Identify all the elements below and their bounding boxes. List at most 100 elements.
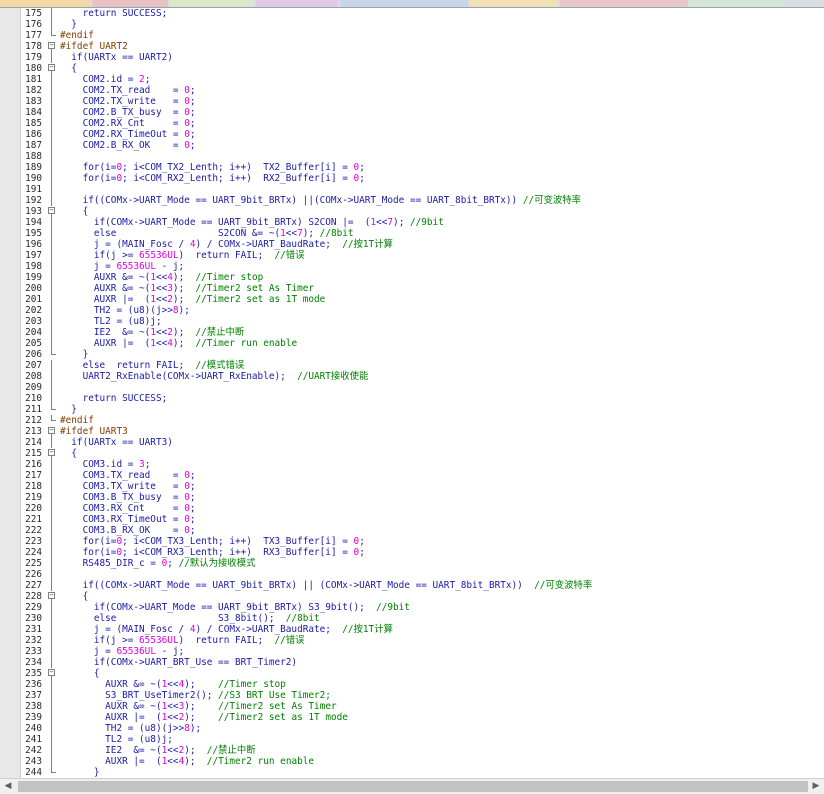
code-line[interactable]: 226 bbox=[0, 569, 824, 580]
code-line[interactable]: 233 j = 65536UL - j; bbox=[0, 646, 824, 657]
code-line[interactable]: 227 if((COMx->UART_Mode == UART_9bit_BRT… bbox=[0, 580, 824, 591]
code-line[interactable]: 212 #endif bbox=[0, 415, 824, 426]
code-line[interactable]: 177 #endif bbox=[0, 30, 824, 41]
code-line[interactable]: 224 for(i=0; i<COM_RX3_Lenth; i++) RX3_B… bbox=[0, 547, 824, 558]
code-line[interactable]: 225 RS485_DIR_c = 0; //默认为接收模式 bbox=[0, 558, 824, 569]
code-line[interactable]: 234 if(COMx->UART_BRT_Use == BRT_Timer2) bbox=[0, 657, 824, 668]
code-line[interactable]: 223 for(i=0; i<COM_TX3_Lenth; i++) TX3_B… bbox=[0, 536, 824, 547]
scroll-right-button[interactable]: ▶ bbox=[808, 779, 824, 794]
code-line[interactable]: 202 TH2 = (u8)(j>>8); bbox=[0, 305, 824, 316]
code-editor[interactable]: 175 return SUCCESS; 176 } 177 #endif 178− #if… bbox=[0, 8, 824, 778]
code-line[interactable]: 230 else S3_8bit(); //8bit bbox=[0, 613, 824, 624]
code-line[interactable]: 193− { bbox=[0, 206, 824, 217]
code-line[interactable]: 240 TH2 = (u8)(j>>8); bbox=[0, 723, 824, 734]
code-line[interactable]: 214 if(UARTx == UART3) bbox=[0, 437, 824, 448]
code-line[interactable]: 201 AUXR |= (1<<2); //Timer2 set as 1T m… bbox=[0, 294, 824, 305]
code-line[interactable]: 191 bbox=[0, 184, 824, 195]
fold-marker[interactable]: − bbox=[48, 591, 56, 602]
fold-marker[interactable]: − bbox=[48, 63, 56, 74]
fold-marker[interactable]: − bbox=[48, 206, 56, 217]
code-line[interactable]: 211 } bbox=[0, 404, 824, 415]
code-line[interactable]: 242 IE2 &= ~(1<<2); //禁止中断 bbox=[0, 745, 824, 756]
scroll-left-button[interactable]: ◀ bbox=[0, 779, 16, 794]
code-line[interactable]: 192 if((COMx->UART_Mode == UART_9bit_BRT… bbox=[0, 195, 824, 206]
file-tab[interactable] bbox=[690, 0, 786, 7]
file-tab[interactable] bbox=[256, 0, 338, 7]
code-line[interactable]: 244 } bbox=[0, 767, 824, 778]
file-tab[interactable] bbox=[340, 0, 468, 7]
file-tab[interactable] bbox=[470, 0, 558, 7]
code-line[interactable]: 215− { bbox=[0, 448, 824, 459]
line-number: 226 bbox=[25, 569, 42, 580]
fold-marker[interactable]: − bbox=[48, 41, 56, 52]
file-tab[interactable] bbox=[0, 0, 90, 7]
collapse-icon[interactable]: − bbox=[48, 207, 55, 214]
code-line[interactable]: 185 COM2.RX_Cnt = 0; bbox=[0, 118, 824, 129]
code-line[interactable]: 197 if(j >= 65536UL) return FAIL; //错误 bbox=[0, 250, 824, 261]
collapse-icon[interactable]: − bbox=[48, 42, 55, 49]
collapse-icon[interactable]: − bbox=[48, 427, 55, 434]
code-line[interactable]: 196 j = (MAIN_Fosc / 4) / COMx->UART_Bau… bbox=[0, 239, 824, 250]
code-line[interactable]: 236 AUXR &= ~(1<<4); //Timer stop bbox=[0, 679, 824, 690]
horizontal-scrollbar[interactable]: ◀ ▶ bbox=[0, 778, 824, 794]
code-line[interactable]: 195 else S2CON &= ~(1<<7); //8bit bbox=[0, 228, 824, 239]
code-line[interactable]: 190 for(i=0; i<COM_RX2_Lenth; i++) RX2_B… bbox=[0, 173, 824, 184]
fold-marker[interactable]: − bbox=[48, 668, 56, 679]
code-line[interactable]: 206 } bbox=[0, 349, 824, 360]
code-line[interactable]: 187 COM2.B_RX_OK = 0; bbox=[0, 140, 824, 151]
code-line[interactable]: 209 bbox=[0, 382, 824, 393]
collapse-icon[interactable]: − bbox=[48, 449, 55, 456]
code-line[interactable]: 217 COM3.TX_read = 0; bbox=[0, 470, 824, 481]
code-line[interactable]: 208 UART2_RxEnable(COMx->UART_RxEnable);… bbox=[0, 371, 824, 382]
file-tab[interactable] bbox=[560, 0, 688, 7]
code-line[interactable]: 194 if(COMx->UART_Mode == UART_9bit_BRTx… bbox=[0, 217, 824, 228]
code-line[interactable]: 213− #ifdef UART3 bbox=[0, 426, 824, 437]
code-line[interactable]: 204 IE2 &= ~(1<<2); //禁止中断 bbox=[0, 327, 824, 338]
code-line[interactable]: 220 COM3.RX_Cnt = 0; bbox=[0, 503, 824, 514]
code-line[interactable]: 241 TL2 = (u8)j; bbox=[0, 734, 824, 745]
code-line[interactable]: 180− { bbox=[0, 63, 824, 74]
code-line[interactable]: 231 j = (MAIN_Fosc / 4) / COMx->UART_Bau… bbox=[0, 624, 824, 635]
code-line[interactable]: 182 COM2.TX_read = 0; bbox=[0, 85, 824, 96]
code-line[interactable]: 221 COM3.RX_TimeOut = 0; bbox=[0, 514, 824, 525]
scrollbar-thumb[interactable] bbox=[18, 781, 808, 792]
code-line[interactable]: 222 COM3.B_RX_OK = 0; bbox=[0, 525, 824, 536]
code-line[interactable]: 218 COM3.TX_write = 0; bbox=[0, 481, 824, 492]
code-line[interactable]: 238 AUXR &= ~(1<<3); //Timer2 set As Tim… bbox=[0, 701, 824, 712]
code-line[interactable]: 229 if(COMx->UART_Mode == UART_9bit_BRTx… bbox=[0, 602, 824, 613]
code-line[interactable]: 188 bbox=[0, 151, 824, 162]
collapse-icon[interactable]: − bbox=[48, 64, 55, 71]
code-line[interactable]: 239 AUXR |= (1<<2); //Timer2 set as 1T m… bbox=[0, 712, 824, 723]
code-line[interactable]: 198 j = 65536UL - j; bbox=[0, 261, 824, 272]
code-line[interactable]: 200 AUXR &= ~(1<<3); //Timer2 set As Tim… bbox=[0, 283, 824, 294]
code-line[interactable]: 203 TL2 = (u8)j; bbox=[0, 316, 824, 327]
code-line[interactable]: 199 AUXR &= ~(1<<4); //Timer stop bbox=[0, 272, 824, 283]
code-line[interactable]: 207 else return FAIL; //模式错误 bbox=[0, 360, 824, 371]
collapse-icon[interactable]: − bbox=[48, 669, 55, 676]
fold-marker[interactable]: − bbox=[48, 426, 56, 437]
code-line[interactable]: 237 S3_BRT_UseTimer2(); //S3 BRT Use Tim… bbox=[0, 690, 824, 701]
code-line[interactable]: 232 if(j >= 65536UL) return FAIL; //错误 bbox=[0, 635, 824, 646]
code-line[interactable]: 235− { bbox=[0, 668, 824, 679]
code-line[interactable]: 243 AUXR |= (1<<4); //Timer2 run enable bbox=[0, 756, 824, 767]
code-line[interactable]: 186 COM2.RX_TimeOut = 0; bbox=[0, 129, 824, 140]
code-line[interactable]: 210 return SUCCESS; bbox=[0, 393, 824, 404]
code-line[interactable]: 176 } bbox=[0, 19, 824, 30]
code-line[interactable]: 189 for(i=0; i<COM_TX2_Lenth; i++) TX2_B… bbox=[0, 162, 824, 173]
code-line[interactable]: 219 COM3.B_TX_busy = 0; bbox=[0, 492, 824, 503]
file-tab[interactable] bbox=[92, 0, 168, 7]
code-line[interactable]: 216 COM3.id = 3; bbox=[0, 459, 824, 470]
code-line[interactable]: 175 return SUCCESS; bbox=[0, 8, 824, 19]
code-line[interactable]: 183 COM2.TX_write = 0; bbox=[0, 96, 824, 107]
code-line[interactable]: 205 AUXR |= (1<<4); //Timer run enable bbox=[0, 338, 824, 349]
code-line[interactable]: 178− #ifdef UART2 bbox=[0, 41, 824, 52]
code-line[interactable]: 184 COM2.B_TX_busy = 0; bbox=[0, 107, 824, 118]
code-line[interactable]: 181 COM2.id = 2; bbox=[0, 74, 824, 85]
line-number: 204 bbox=[25, 327, 42, 338]
fold-marker[interactable]: − bbox=[48, 448, 56, 459]
code-text: S3_BRT_UseTimer2(); //S3 BRT Use Timer2; bbox=[60, 690, 331, 701]
collapse-icon[interactable]: − bbox=[48, 592, 55, 599]
code-line[interactable]: 179 if(UARTx == UART2) bbox=[0, 52, 824, 63]
file-tab[interactable] bbox=[170, 0, 254, 7]
code-line[interactable]: 228− { bbox=[0, 591, 824, 602]
